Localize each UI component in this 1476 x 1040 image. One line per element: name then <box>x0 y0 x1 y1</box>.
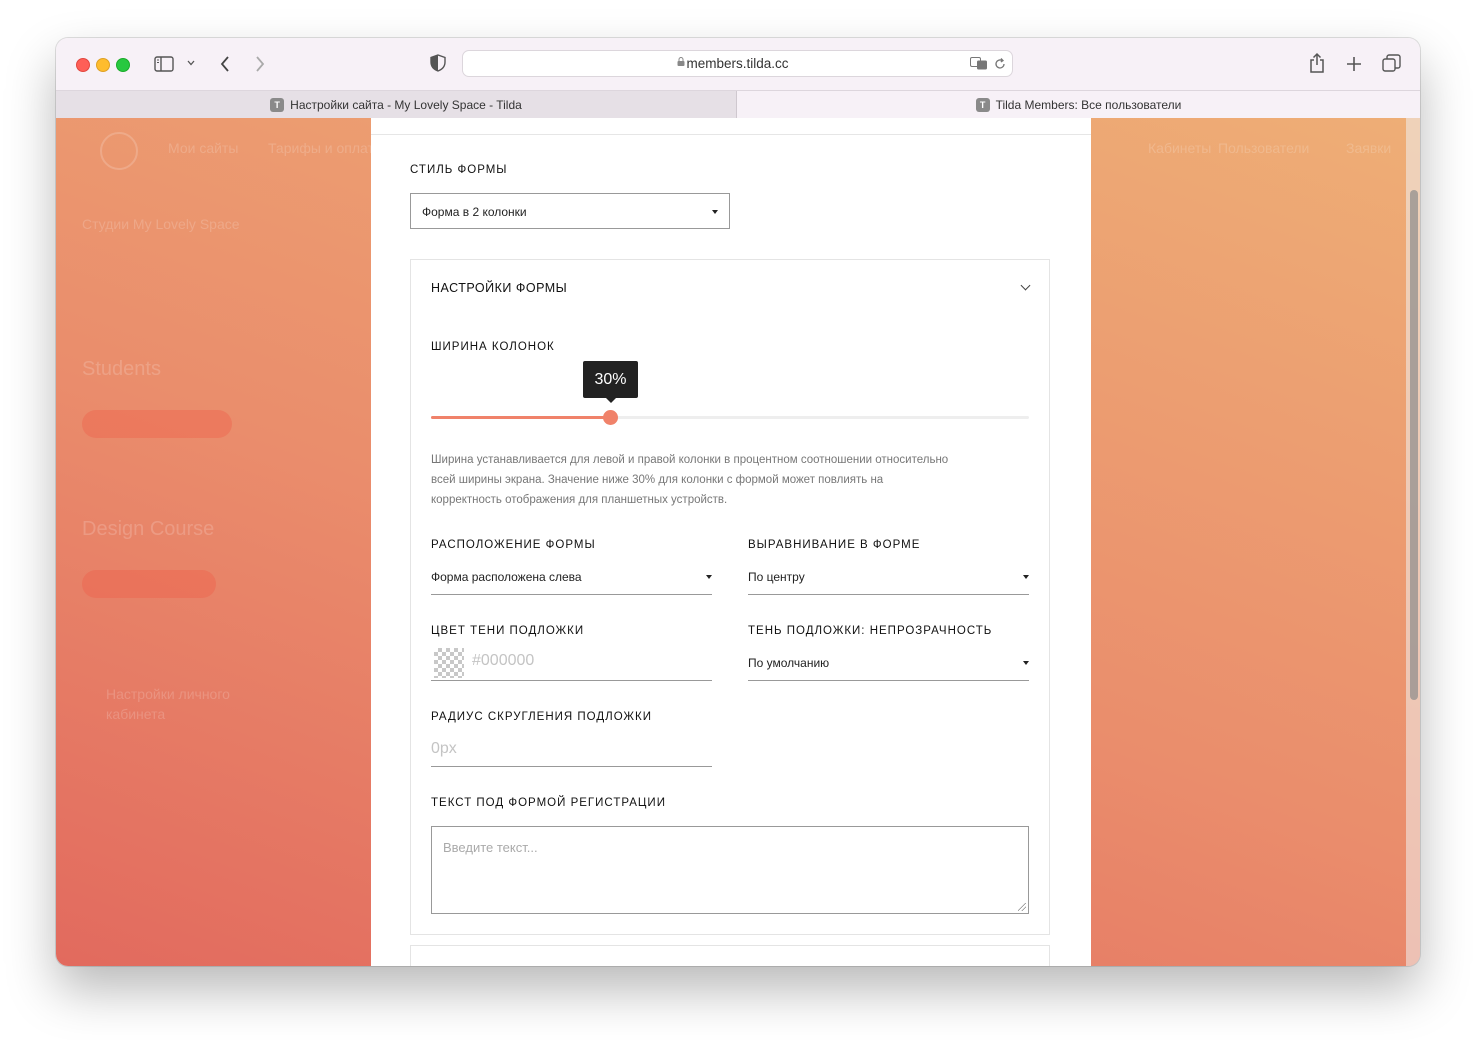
color-swatch[interactable] <box>434 648 464 678</box>
form-alignment-value: По центру <box>748 570 805 584</box>
corner-radius-label: РАДИУС СКРУГЛЕНИЯ ПОДЛОЖКИ <box>431 711 652 723</box>
text-below-form-textarea[interactable]: Введите текст... <box>431 826 1029 914</box>
translate-icon[interactable] <box>970 57 988 70</box>
dropdown-caret-icon <box>1023 661 1029 665</box>
minimize-window-button[interactable] <box>96 58 110 72</box>
reload-icon[interactable] <box>994 58 1006 70</box>
shadow-color-label: ЦВЕТ ТЕНИ ПОДЛОЖКИ <box>431 625 585 637</box>
tilda-favicon-icon: T <box>270 97 285 112</box>
column-width-label: ШИРИНА КОЛОНОК <box>431 341 555 353</box>
forward-icon[interactable] <box>254 55 266 73</box>
background-pill <box>82 570 216 598</box>
slider-thumb[interactable] <box>603 410 618 425</box>
slider-value-tooltip: 30% <box>583 361 638 403</box>
background-list-item: Настройки личного кабинета <box>106 686 230 722</box>
divider <box>371 134 1091 135</box>
form-settings-title[interactable]: НАСТРОЙКИ ФОРМЫ <box>431 281 567 295</box>
close-window-button[interactable] <box>76 58 90 72</box>
background-nav-item: Кабинеты <box>1148 140 1212 156</box>
form-style-value: Форма в 2 колонки <box>422 205 527 219</box>
text-below-form-label: ТЕКСТ ПОД ФОРМОЙ РЕГИСТРАЦИИ <box>431 797 666 809</box>
dropdown-caret-icon <box>706 575 712 579</box>
tab-bar: T Настройки сайта - My Lovely Space - Ti… <box>56 90 1420 118</box>
chevron-down-icon[interactable] <box>187 60 195 66</box>
tab-label: Tilda Members: Все пользователи <box>995 97 1182 112</box>
form-settings-card: НАСТРОЙКИ ФОРМЫ ШИРИНА КОЛОНОК 30% Ширин… <box>410 259 1050 935</box>
new-tab-icon[interactable] <box>1346 56 1362 72</box>
background-nav-item: Заявки <box>1346 140 1392 156</box>
background-nav-item: Мои сайты <box>168 140 239 156</box>
form-alignment-label: ВЫРАВНИВАНИЕ В ФОРМЕ <box>748 539 921 551</box>
privacy-shield-icon[interactable] <box>430 54 446 72</box>
shadow-opacity-label: ТЕНЬ ПОДЛОЖКИ: НЕПРОЗРАЧНОСТЬ <box>748 625 993 637</box>
sidebar-toggle-icon[interactable] <box>154 56 174 72</box>
tab-label: Настройки сайта - My Lovely Space - Tild… <box>290 97 522 112</box>
column-width-hint: Ширина устанавливается для левой и право… <box>431 454 949 506</box>
tab-site-settings[interactable]: T Настройки сайта - My Lovely Space - Ti… <box>56 91 737 118</box>
background-logo <box>100 132 138 170</box>
resize-handle-icon[interactable] <box>1018 903 1026 911</box>
browser-toolbar: members.tilda.cc <box>56 38 1420 90</box>
shadow-opacity-select[interactable]: По умолчанию <box>748 648 1029 681</box>
share-icon[interactable] <box>1308 52 1326 74</box>
shadow-color-field[interactable]: #000000 <box>431 645 712 681</box>
corner-radius-field[interactable]: 0px <box>431 734 712 767</box>
form-style-select[interactable]: Форма в 2 колонки <box>410 193 730 229</box>
page-content: Мои сайты Тарифы и оплата Кабинеты Польз… <box>56 118 1420 966</box>
page-scrollbar[interactable] <box>1410 190 1418 700</box>
address-bar[interactable]: members.tilda.cc <box>462 50 1013 77</box>
settings-panel: СТИЛЬ ФОРМЫ Форма в 2 колонки НАСТРОЙКИ … <box>371 118 1091 966</box>
form-position-select[interactable]: Форма расположена слева <box>431 562 712 595</box>
tilda-favicon-icon: T <box>975 97 990 112</box>
shadow-opacity-value: По умолчанию <box>748 656 830 670</box>
zoom-window-button[interactable] <box>116 58 130 72</box>
tab-members[interactable]: T Tilda Members: Все пользователи <box>737 91 1420 118</box>
slider-fill <box>431 416 610 419</box>
url-text: members.tilda.cc <box>686 56 789 71</box>
browser-window: members.tilda.cc T Настройки сайта - My … <box>56 38 1420 966</box>
dropdown-caret-icon <box>712 210 718 214</box>
next-settings-card <box>410 945 1050 966</box>
form-position-label: РАСПОЛОЖЕНИЕ ФОРМЫ <box>431 539 596 551</box>
background-list-item: Students <box>82 358 161 380</box>
corner-radius-placeholder: 0px <box>431 740 457 757</box>
back-icon[interactable] <box>219 55 231 73</box>
dropdown-caret-icon <box>1023 575 1029 579</box>
background-nav-item: Тарифы и оплата <box>268 140 382 156</box>
tab-overview-icon[interactable] <box>1382 54 1401 73</box>
background-list-item: Студии My Lovely Space <box>82 216 240 232</box>
form-alignment-select[interactable]: По центру <box>748 562 1029 595</box>
background-pill <box>82 410 232 438</box>
form-position-value: Форма расположена слева <box>431 570 582 584</box>
background-nav-item: Пользователи <box>1218 140 1310 156</box>
shadow-color-placeholder: #000000 <box>472 652 535 669</box>
background-list-item: Design Course <box>82 518 215 540</box>
form-style-label: СТИЛЬ ФОРМЫ <box>410 164 508 176</box>
textarea-placeholder: Введите текст... <box>443 840 538 855</box>
chevron-down-icon[interactable] <box>1020 280 1031 291</box>
column-width-slider[interactable] <box>431 410 1029 425</box>
